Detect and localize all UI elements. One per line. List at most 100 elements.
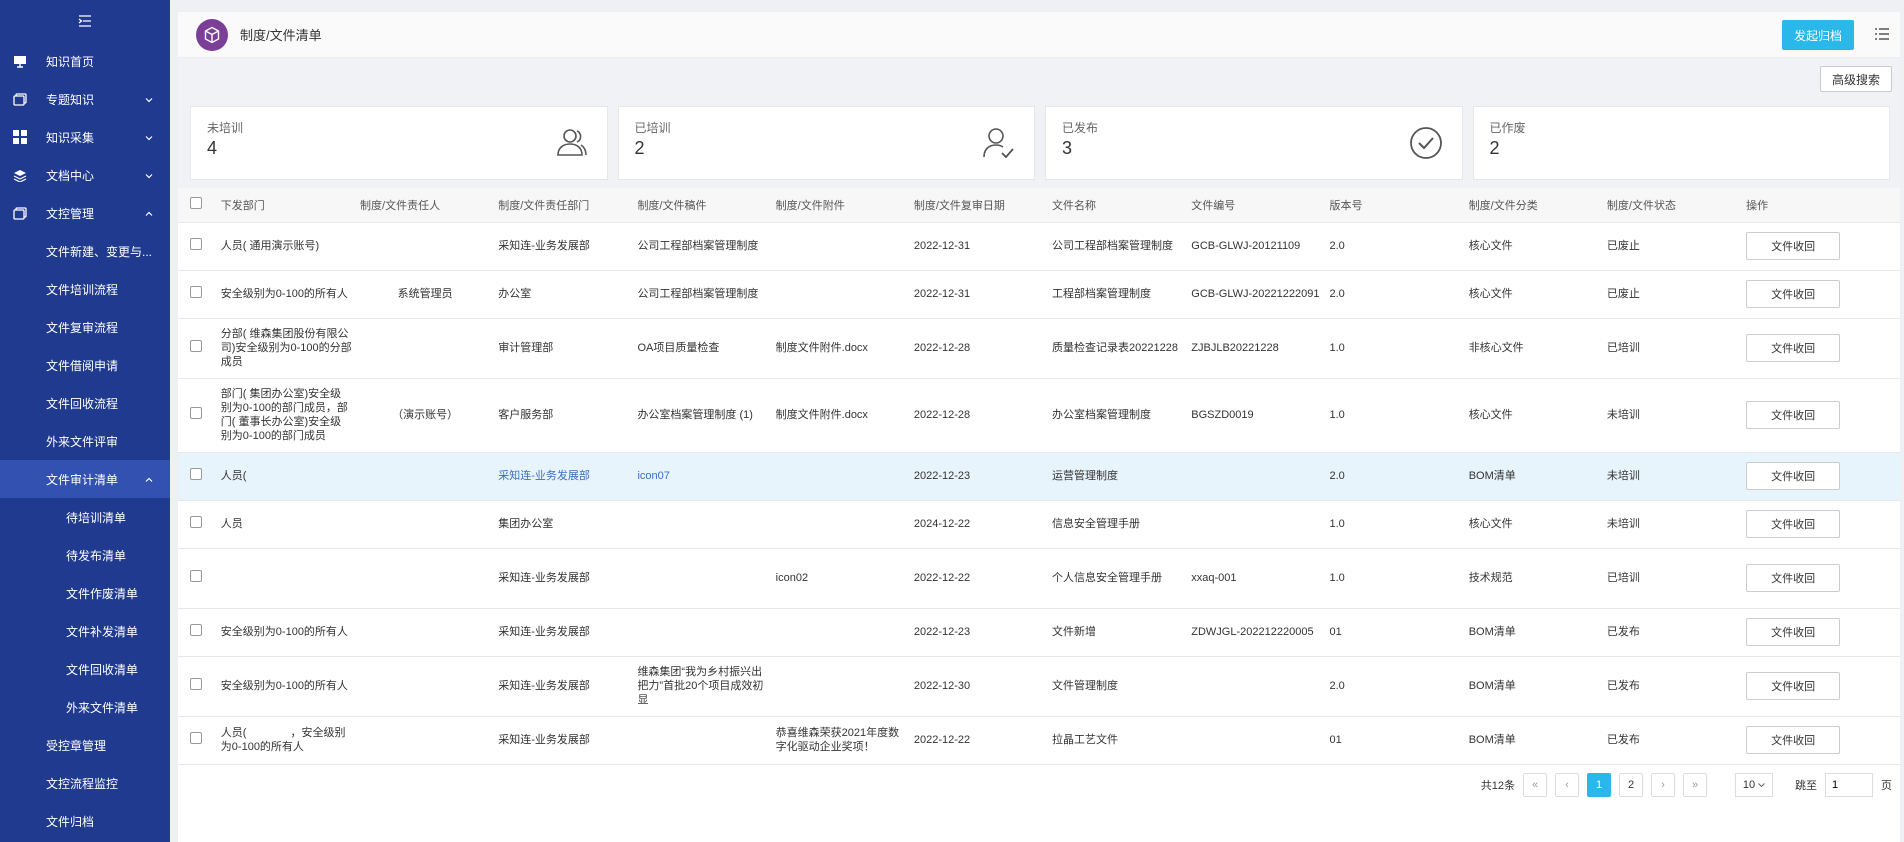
col-header[interactable]: 文件名称 [1044,188,1184,223]
row-checkbox[interactable] [190,732,202,744]
row-checkbox[interactable] [190,468,202,480]
col-header[interactable]: 制度/文件责任人 [352,188,491,223]
cell-draft [629,548,768,609]
page-button[interactable]: 1 [1587,773,1611,797]
sidebar-item[interactable]: 文控流程监控 [0,764,170,802]
col-header[interactable]: 制度/文件稿件 [629,188,768,223]
sidebar-item[interactable]: 文件培训流程 [0,270,170,308]
row-checkbox[interactable] [190,340,202,352]
sidebar-item[interactable]: 知识首页 [0,42,170,80]
table-row[interactable]: 部门( 集团办公室)安全级别为0-100的部门成员，部门( 董事长办公室)安全级… [178,378,1900,453]
row-checkbox[interactable] [190,407,202,419]
cell-name: 工程部档案管理制度 [1044,270,1184,319]
cell-code: xxaq-001 [1183,548,1322,609]
prev-page-button[interactable]: ‹ [1555,773,1579,797]
sidebar-item[interactable]: 待培训清单 [0,498,170,536]
col-header[interactable]: 文件编号 [1183,188,1322,223]
advanced-search-button[interactable]: 高级搜索 [1820,66,1892,92]
table-row[interactable]: 人员( 通用演示账号) 采知连-业务发展部 公司工程部档案管理制度 2022-12-3… [178,222,1900,271]
row-checkbox[interactable] [190,238,202,250]
last-page-button[interactable]: » [1683,773,1707,797]
col-header[interactable]: 制度/文件分类 [1460,188,1599,223]
toolbar: 高级搜索 [178,58,1900,100]
sidebar-item[interactable]: 知识采集 [0,118,170,156]
sidebar-item[interactable]: 文件补发清单 [0,612,170,650]
cell-date: 2022-12-28 [905,378,1045,453]
sidebar-item[interactable]: 文件复审流程 [0,308,170,346]
next-page-button[interactable]: › [1651,773,1675,797]
list-view-icon[interactable] [1874,26,1890,42]
table-row[interactable]: 安全级别为0-100的所有人 系统管理员 办公室 公司工程部档案管理制度 2022-12… [178,270,1900,319]
cell-action: 文件收回 [1738,500,1900,549]
cell-dept: 人员( 通用演示账号) [212,222,353,271]
recall-file-button[interactable]: 文件收回 [1746,510,1841,538]
row-checkbox[interactable] [190,286,202,298]
stat-card-published[interactable]: 已发布 3 [1045,106,1463,180]
table-row[interactable]: 人员( ，安全级别为0-100的所有人 采知连-业务发展部 恭喜维森荣获2021年度… [178,716,1900,765]
table-row[interactable]: 人员(采知连-业务发展部 icon07 2022-12-23 运营管理制度 2.0 BOM… [178,452,1900,501]
sidebar-item[interactable]: 文件新建、变更与... [0,232,170,270]
sidebar-item[interactable]: 文件审计清单 [0,460,170,498]
sidebar-item[interactable]: 专题知识 [0,80,170,118]
recall-file-button[interactable]: 文件收回 [1746,564,1841,592]
col-header[interactable]: 制度/文件附件 [767,188,906,223]
row-checkbox[interactable] [190,624,202,636]
recall-file-button[interactable]: 文件收回 [1746,334,1841,362]
table-row[interactable]: 安全级别为0-100的所有人 采知连-业务发展部 维森集团“我为乡村振兴出把力”首批… [178,656,1900,717]
sidebar-item[interactable]: 文件回收流程 [0,384,170,422]
goto-page-input[interactable] [1825,773,1873,797]
stat-card-trained[interactable]: 已培训 2 [617,106,1035,180]
select-all-checkbox[interactable] [190,197,202,210]
cell-ver: 2.0 [1321,656,1461,717]
sidebar-item[interactable]: 受控章管理 [0,726,170,764]
table-row[interactable]: 采知连-业务发展部 icon02 2022-12-22 个人信息安全管理手册 xxaq-… [178,548,1900,609]
row-select-cell [178,608,213,657]
stack-icon [12,206,28,220]
cube-logo-icon [196,18,228,51]
recall-file-button[interactable]: 文件收回 [1746,618,1841,646]
table-row[interactable]: 人员 集团办公室 2024-12-22 信息安全管理手册 1.0 核心文件 未培训 文件收回 [178,500,1900,549]
cell-status: 未培训 [1598,500,1739,549]
col-header[interactable]: 版本号 [1321,188,1461,223]
cell-attach [767,222,906,271]
sidebar-item-label: 文档中心 [46,168,95,183]
col-header[interactable]: 制度/文件状态 [1598,188,1739,223]
recall-file-button[interactable]: 文件收回 [1746,401,1841,429]
col-header[interactable]: 制度/文件责任部门 [490,188,630,223]
sidebar-item[interactable]: 外来文件评审 [0,422,170,460]
sidebar-item[interactable]: 文件回收清单 [0,650,170,688]
row-select-cell [178,270,213,319]
cell-code: GCB-GLWJ-20221222091 [1183,270,1322,319]
stat-label: 已作废 [1489,121,1526,135]
page-button[interactable]: 2 [1619,773,1643,797]
sidebar-item[interactable]: 文件借阅申请 [0,346,170,384]
recall-file-button[interactable]: 文件收回 [1746,280,1841,308]
cell-attach [767,608,906,657]
first-page-button[interactable]: « [1523,773,1547,797]
col-header[interactable]: 下发部门 [212,188,353,223]
sidebar-item[interactable]: 文件作废清单 [0,574,170,612]
sidebar-item[interactable]: 文档中心 [0,156,170,194]
cell-ver: 2.0 [1321,222,1461,271]
cell-ver: 1.0 [1321,548,1461,609]
sidebar-item[interactable]: 外来文件清单 [0,688,170,726]
recall-file-button[interactable]: 文件收回 [1746,462,1841,490]
col-header[interactable]: 制度/文件复审日期 [905,188,1045,223]
cell-attach [767,656,906,717]
table-row[interactable]: 分部( 维森集团股份有限公司)安全级别为0-100的分部成员 审计管理部 OA项目质… [178,318,1900,379]
stat-card-voided[interactable]: 已作废 2 [1472,106,1890,180]
sidebar-item[interactable]: 文件归档 [0,802,170,840]
sidebar-item[interactable]: 待发布清单 [0,536,170,574]
row-checkbox[interactable] [190,516,202,528]
stat-card-untrained[interactable]: 未培训 4 [190,106,608,180]
page-size-select[interactable]: 10 [1735,773,1773,797]
start-archive-button[interactable]: 发起归档 [1782,20,1854,50]
row-checkbox[interactable] [190,678,202,690]
sidebar-item[interactable]: 文控管理 [0,194,170,232]
recall-file-button[interactable]: 文件收回 [1746,726,1841,754]
menu-collapse-toggle[interactable] [0,0,170,42]
table-row[interactable]: 安全级别为0-100的所有人 采知连-业务发展部 2022-12-23 文件新增 ZDW… [178,608,1900,657]
recall-file-button[interactable]: 文件收回 [1746,672,1841,700]
recall-file-button[interactable]: 文件收回 [1746,232,1841,260]
row-checkbox[interactable] [190,570,202,582]
